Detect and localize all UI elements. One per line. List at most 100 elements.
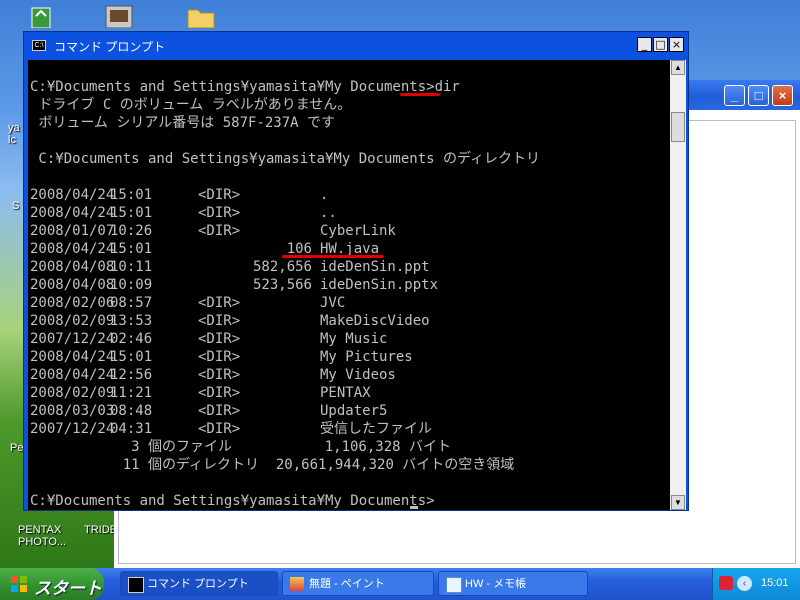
dir-entry-date: 2008/04/24: [30, 241, 115, 257]
dir-entry-type: <DIR>: [198, 403, 241, 419]
dir-entry-time: 11:21: [110, 385, 153, 401]
close-button[interactable]: ×: [772, 85, 793, 106]
dir-entry-name: JVC: [320, 295, 346, 311]
dir-entry-row: 2008/04/08 10:09 ideDenSin.pptx 523,566: [30, 276, 650, 294]
console-summary-line: 11 個のディレクトリ 20,661,944,320 バイトの空き領域: [30, 457, 515, 473]
dir-entry-row: 2008/04/24 15:01 <DIR> My Pictures: [30, 348, 650, 366]
console-maximize-button[interactable]: □: [653, 37, 668, 52]
clock: 15:01: [761, 577, 789, 589]
dir-entry-row: 2008/04/24 12:56 <DIR> My Videos: [30, 366, 650, 384]
dir-entry-name: CyberLink: [320, 223, 396, 239]
dir-entry-type: <DIR>: [198, 187, 241, 203]
taskbar-item-label: 無題 - ペイント: [309, 578, 385, 590]
desktop-label-pentax-photo[interactable]: PENTAX PHOTO...: [18, 524, 66, 548]
console-close-button[interactable]: ×: [669, 37, 684, 52]
dir-entry-date: 2008/04/24: [30, 367, 115, 383]
taskbar-item-console[interactable]: コマンド プロンプト: [120, 571, 278, 596]
system-tray: ‹ 15:01: [712, 568, 800, 600]
tray-expand-icon[interactable]: ‹: [737, 576, 752, 591]
windows-flag-icon: [11, 576, 27, 592]
console-summary-line: 3 個のファイル 1,106,328 バイト: [30, 439, 452, 455]
dir-entry-name: ideDenSin.ppt: [320, 259, 430, 275]
desktop-label-partial-4: Pe: [10, 442, 24, 454]
dir-entry-date: 2008/04/24: [30, 187, 115, 203]
taskbar-item-notepad[interactable]: HW - メモ帳: [438, 571, 588, 596]
dir-entry-type: <DIR>: [198, 205, 241, 221]
dir-entry-time: 08:57: [110, 295, 153, 311]
console-title: コマンド プロンプト: [54, 40, 165, 54]
dir-entry-type: <DIR>: [198, 313, 241, 329]
tray-app-icon[interactable]: [719, 576, 733, 590]
dir-entry-row: 2007/12/24 04:31 <DIR> 受信したファイル: [30, 420, 650, 438]
dir-entry-name: My Music: [320, 331, 388, 347]
maximize-button[interactable]: □: [748, 85, 769, 106]
dir-entry-row: 2008/01/07 10:26 <DIR> CyberLink: [30, 222, 650, 240]
annotation-underline: [400, 93, 440, 96]
desktop-label-partial-3: S: [12, 200, 20, 212]
dir-entry-date: 2008/04/08: [30, 277, 115, 293]
scroll-down-button[interactable]: ▼: [671, 495, 685, 510]
dir-entry-row: 2008/02/09 11:21 <DIR> PENTAX: [30, 384, 650, 402]
dir-entry-row: 2008/04/24 15:01 <DIR>..: [30, 204, 650, 222]
dir-entry-type: <DIR>: [198, 349, 241, 365]
dir-entry-type: <DIR>: [198, 421, 241, 437]
paint-icon: [290, 577, 304, 591]
taskbar-item-label: コマンド プロンプト: [147, 578, 249, 590]
desktop-label-partial-2: lc: [8, 134, 16, 146]
dir-entry-time: 04:31: [110, 421, 153, 437]
dir-entry-time: 12:56: [110, 367, 153, 383]
dir-entry-name: My Pictures: [320, 349, 413, 365]
dir-entry-date: 2008/04/24: [30, 349, 115, 365]
dir-entry-time: 15:01: [110, 187, 153, 203]
dir-entry-name: ideDenSin.pptx: [320, 277, 439, 293]
console-line: ドライブ C のボリューム ラベルがありません。: [30, 97, 352, 113]
console-titlebar[interactable]: C:\ コマンド プロンプト _ □ ×: [24, 32, 688, 58]
dir-entry-time: 10:09: [110, 277, 153, 293]
dir-entry-time: 10:26: [110, 223, 153, 239]
dir-entry-time: 02:46: [110, 331, 153, 347]
dir-entry-type: <DIR>: [198, 367, 241, 383]
desktop-label-tride[interactable]: TRIDE: [84, 524, 117, 536]
console-line: C:¥Documents and Settings¥yamasita¥My Do…: [30, 79, 460, 95]
dir-entry-time: 15:01: [110, 349, 153, 365]
start-label: スタート: [34, 579, 102, 598]
scroll-up-button[interactable]: ▲: [671, 60, 685, 75]
console-output[interactable]: C:¥Documents and Settings¥yamasita¥My Do…: [28, 60, 670, 510]
start-button[interactable]: スタート: [0, 568, 104, 600]
annotation-underline: [282, 255, 384, 258]
scroll-thumb[interactable]: [671, 112, 685, 142]
dir-entry-row: 2008/03/03 08:48 <DIR> Updater5: [30, 402, 650, 420]
console-scrollbar[interactable]: ▲ ▼: [670, 60, 686, 510]
console-icon: [128, 577, 144, 593]
dir-entry-name: My Videos: [320, 367, 396, 383]
dir-entry-date: 2008/03/03: [30, 403, 115, 419]
dir-entry-time: 15:01: [110, 241, 153, 257]
dir-entry-date: 2007/12/24: [30, 421, 115, 437]
console-minimize-button[interactable]: _: [637, 37, 652, 52]
desktop-label-partial-1: ya: [8, 122, 20, 134]
dir-entry-size: 523,566: [252, 277, 312, 293]
dir-entry-time: 13:53: [110, 313, 153, 329]
dir-entry-name: Updater5: [320, 403, 388, 419]
console-icon: C:\: [32, 40, 46, 51]
folder-icon[interactable]: [186, 2, 216, 29]
program-icon[interactable]: [104, 2, 134, 29]
dir-entry-name: MakeDiscVideo: [320, 313, 430, 329]
taskbar-item-label: HW - メモ帳: [465, 578, 527, 590]
dir-entry-row: 2008/02/09 13:53 <DIR> MakeDiscVideo: [30, 312, 650, 330]
dir-entry-name: 受信したファイル: [320, 421, 432, 437]
minimize-button[interactable]: _: [724, 85, 745, 106]
dir-entry-date: 2008/02/06: [30, 295, 115, 311]
notepad-icon: [446, 577, 462, 593]
dir-entry-row: 2008/04/08 10:11 ideDenSin.ppt 582,656: [30, 258, 650, 276]
console-window[interactable]: C:\ コマンド プロンプト _ □ × C:¥Documents and Se…: [23, 31, 689, 511]
dir-entry-date: 2008/02/09: [30, 313, 115, 329]
taskbar-item-paint[interactable]: 無題 - ペイント: [282, 571, 434, 596]
recycle-bin-icon[interactable]: [26, 2, 56, 29]
dir-entry-date: 2008/01/07: [30, 223, 115, 239]
dir-entry-date: 2008/04/24: [30, 205, 115, 221]
dir-entry-date: 2008/04/08: [30, 259, 115, 275]
dir-entry-time: 08:48: [110, 403, 153, 419]
dir-entry-row: 2008/02/06 08:57 <DIR> JVC: [30, 294, 650, 312]
dir-entry-name: ..: [320, 205, 337, 221]
